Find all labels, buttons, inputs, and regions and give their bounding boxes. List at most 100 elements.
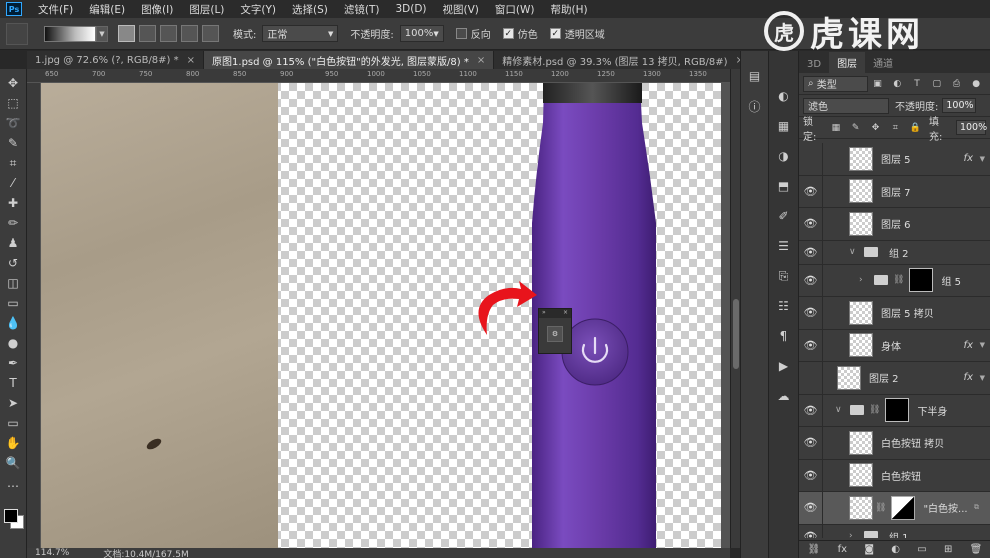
history-icon[interactable]: ▤	[746, 67, 764, 85]
reverse-checkbox[interactable]	[455, 28, 467, 39]
angle-gradient-icon[interactable]	[160, 25, 177, 42]
adjustment-layer-icon[interactable]: ◐	[891, 544, 900, 555]
tab-yuantu1[interactable]: 原图1.psd @ 115% ("白色按钮"的外发光, 图层蒙版/8) * ×	[204, 51, 495, 69]
link-layers-icon[interactable]: ⛓	[808, 544, 821, 555]
group-row[interactable]: 👁 ∨ 组 2	[799, 240, 990, 265]
close-icon[interactable]: ×	[187, 55, 195, 66]
zoom-level[interactable]: 114.7%	[35, 548, 69, 558]
fx-icon[interactable]: fx	[838, 544, 847, 555]
marquee-tool-icon[interactable]: ⬚	[4, 94, 22, 112]
gradient-tool-icon[interactable]: ▭	[4, 294, 22, 312]
sliders-icon[interactable]: ☰	[775, 237, 793, 255]
blur-tool-icon[interactable]: 💧	[4, 314, 22, 332]
dodge-tool-icon[interactable]: ●	[4, 334, 22, 352]
menu-file[interactable]: 文件(F)	[30, 2, 81, 17]
layer-row[interactable]: 👁 图层 6	[799, 207, 990, 241]
actions-icon[interactable]: ▶	[775, 357, 793, 375]
libraries-icon[interactable]: ☁	[775, 387, 793, 405]
properties-icon[interactable]: ⚙	[547, 326, 563, 342]
paragraph-icon[interactable]: ¶	[775, 327, 793, 345]
smart-object-filter-icon[interactable]: ⎙	[951, 78, 963, 90]
layer-mask-thumbnail[interactable]	[885, 398, 910, 423]
add-mask-icon[interactable]: ◙	[864, 544, 874, 555]
eye-icon[interactable]: 👁	[799, 207, 823, 240]
mode-select[interactable]: 正常 ▼	[262, 25, 339, 42]
eye-icon[interactable]: 👁	[799, 394, 823, 427]
blend-mode-select[interactable]: 滤色	[803, 97, 889, 114]
trash-icon[interactable]: 🗑	[970, 544, 983, 555]
pen-tool-icon[interactable]: ✒	[4, 354, 22, 372]
menu-help[interactable]: 帮助(H)	[543, 2, 596, 17]
zoom-tool-icon[interactable]: 🔍	[4, 454, 22, 472]
close-icon[interactable]: ×	[563, 309, 568, 318]
layer-row[interactable]: 👁 图层 7	[799, 175, 990, 208]
crop-tool-icon[interactable]: ⌗	[4, 154, 22, 172]
layer-row[interactable]: 图层 2 fx ▼	[799, 361, 990, 395]
hand-tool-icon[interactable]: ✋	[4, 434, 22, 452]
lasso-tool-icon[interactable]: ➰	[4, 114, 22, 132]
menu-view[interactable]: 视图(V)	[435, 2, 487, 17]
layer-mask-thumbnail[interactable]	[909, 268, 934, 293]
new-group-icon[interactable]: ▭	[917, 544, 926, 555]
clone-source-icon[interactable]: ⎘	[775, 267, 793, 285]
eye-icon[interactable]: 👁	[799, 296, 823, 329]
adjustments-icon[interactable]: ◑	[775, 147, 793, 165]
new-layer-icon[interactable]: ⊞	[944, 544, 952, 555]
styles-icon[interactable]: ⬒	[775, 177, 793, 195]
lock-paint-icon[interactable]: ✎	[850, 122, 862, 134]
adjustment-filter-icon[interactable]: ◐	[891, 78, 903, 90]
properties-icon[interactable]: ☷	[775, 297, 793, 315]
chevron-right-icon[interactable]: ›	[849, 531, 861, 538]
chevron-down-icon[interactable]: ▼	[980, 374, 985, 382]
chevron-down-icon[interactable]: ▼	[980, 155, 985, 163]
document-canvas[interactable]: » × ⚙	[41, 83, 730, 548]
chevron-down-icon[interactable]: ∨	[835, 405, 847, 415]
eyedropper-tool-icon[interactable]: ⁄	[4, 174, 22, 192]
linear-gradient-icon[interactable]	[118, 25, 135, 42]
dither-checkbox[interactable]: ✓	[502, 28, 514, 39]
pixel-filter-icon[interactable]: ▣	[872, 78, 884, 90]
gradient-swatch[interactable]	[44, 25, 96, 42]
lock-move-icon[interactable]: ✥	[870, 122, 882, 134]
menu-window[interactable]: 窗口(W)	[487, 2, 543, 17]
visibility-toggle[interactable]	[799, 361, 823, 394]
group-row[interactable]: 👁 ∨ ⛓ 下半身	[799, 394, 990, 427]
chevron-down-icon[interactable]: ▼	[980, 341, 985, 349]
opacity-input[interactable]: 100% ▼	[399, 25, 444, 42]
fx-icon[interactable]: fx	[964, 372, 973, 383]
path-select-tool-icon[interactable]: ➤	[4, 394, 22, 412]
chevron-right-icon[interactable]: ›	[859, 275, 871, 285]
lock-all-icon[interactable]: 🔒	[909, 122, 921, 134]
vertical-scrollbar[interactable]	[730, 69, 740, 548]
quick-select-tool-icon[interactable]: ✎	[4, 134, 22, 152]
type-filter-icon[interactable]: T	[911, 78, 923, 90]
lock-pixels-icon[interactable]: ▦	[830, 122, 842, 134]
group-row[interactable]: 👁 › ⛓ 组 5	[799, 264, 990, 297]
info-icon[interactable]: ⓘ	[746, 97, 764, 115]
shape-tool-icon[interactable]: ▭	[4, 414, 22, 432]
reflected-gradient-icon[interactable]	[181, 25, 198, 42]
eye-icon[interactable]: 👁	[799, 175, 823, 208]
layer-row[interactable]: 👁 白色按钮	[799, 459, 990, 492]
tab-3d[interactable]: 3D	[799, 56, 829, 73]
transparency-checkbox[interactable]: ✓	[549, 28, 561, 39]
diamond-gradient-icon[interactable]	[202, 25, 219, 42]
swatches-icon[interactable]: ▦	[775, 117, 793, 135]
eye-icon[interactable]: 👁	[799, 459, 823, 492]
filter-kind-select[interactable]: ⌕ 类型	[803, 75, 868, 92]
type-tool-icon[interactable]: T	[4, 374, 22, 392]
group-row[interactable]: 👁 › 组 1	[799, 524, 990, 538]
chevron-down-icon[interactable]: ▼	[96, 25, 108, 42]
tab-jingxiu[interactable]: 精修素材.psd @ 39.3% (图层 13 拷贝, RGB/8#)×	[494, 51, 753, 69]
chevron-down-icon[interactable]: ∨	[849, 247, 861, 257]
menu-type[interactable]: 文字(Y)	[232, 2, 284, 17]
foreground-color-swatch[interactable]	[4, 509, 18, 523]
tab-1jpg[interactable]: 1.jpg @ 72.6% (?, RGB/8#) * ×	[27, 51, 205, 69]
layer-row-selected[interactable]: 👁 ⛓ "白色按... ⧉	[799, 491, 990, 525]
layer-opacity-input[interactable]: 100%	[942, 98, 977, 113]
floating-mini-panel[interactable]: » × ⚙	[538, 308, 572, 354]
eye-icon[interactable]: 👁	[799, 240, 823, 264]
expand-icon[interactable]: »	[542, 309, 546, 318]
move-tool-icon[interactable]: ✥	[4, 74, 22, 92]
brush-settings-icon[interactable]: ✐	[775, 207, 793, 225]
